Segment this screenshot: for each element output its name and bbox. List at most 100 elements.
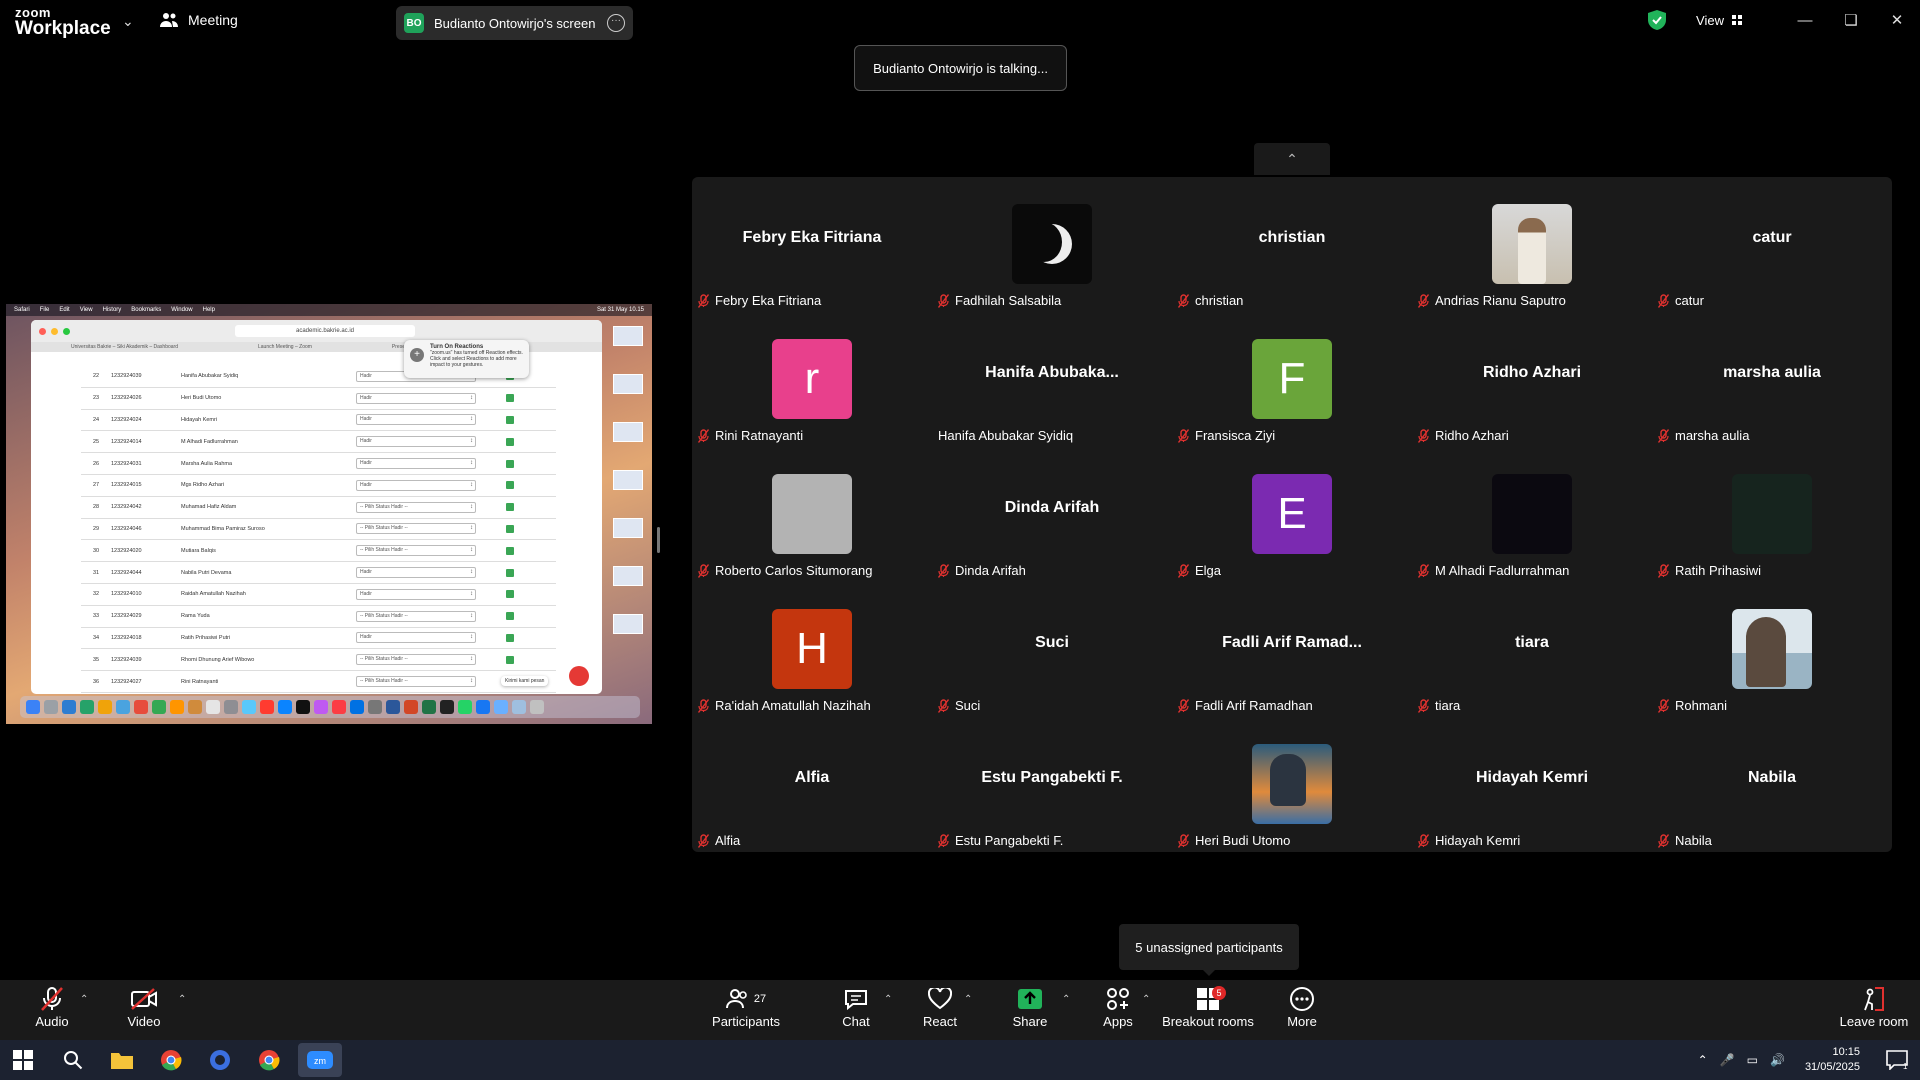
participant-tile[interactable]: E Elga: [1172, 447, 1412, 582]
participant-name-label: Elga: [1177, 563, 1221, 578]
mic-muted-icon: [697, 429, 710, 443]
zoom-taskbar-icon[interactable]: zm: [298, 1043, 342, 1077]
attendance-row: 35 1232924039 Rhomi Dhunung Arief Wibowo --…: [81, 649, 556, 672]
participant-tile[interactable]: Fadhilah Salsabila: [932, 177, 1172, 312]
react-options-caret[interactable]: ⌃: [964, 994, 972, 1005]
resize-handle[interactable]: [657, 527, 660, 553]
participant-tile[interactable]: H Ra'idah Amatullah Nazihah: [692, 582, 932, 717]
avatar: r: [772, 339, 852, 419]
participant-tile[interactable]: Febry Eka Fitriana Febry Eka Fitriana: [692, 177, 932, 312]
url-bar: academic.bakrie.ac.id: [235, 325, 415, 337]
participant-tile[interactable]: Ratih Prihasiwi: [1652, 447, 1892, 582]
notification-icon[interactable]: 1: [1886, 1050, 1908, 1071]
participant-tile[interactable]: F Fransisca Ziyi: [1172, 312, 1412, 447]
participant-tile[interactable]: Alfia Alfia: [692, 717, 932, 852]
participant-tile[interactable]: M Alhadi Fadlurrahman: [1412, 447, 1652, 582]
participant-name-label: christian: [1177, 293, 1243, 308]
restore-button[interactable]: ❏: [1828, 0, 1874, 40]
participant-tile[interactable]: Suci Suci: [932, 582, 1172, 717]
microphone-icon[interactable]: 🎤: [1720, 1053, 1735, 1067]
safari-window: academic.bakrie.ac.id Universitas Bakrie…: [31, 320, 602, 694]
participants-button[interactable]: 27 Participants: [706, 986, 786, 1036]
row-nim: 1232924027: [111, 678, 142, 685]
participant-tile[interactable]: Andrias Rianu Saputro: [1412, 177, 1652, 312]
video-button[interactable]: Video: [104, 986, 184, 1036]
close-button[interactable]: ✕: [1874, 0, 1920, 40]
windows-start-icon[interactable]: [5, 1046, 41, 1074]
popup-body: "zoom.us" has turned off Reaction effect…: [430, 350, 523, 368]
participant-tile[interactable]: christian christian: [1172, 177, 1412, 312]
chevron-down-icon[interactable]: ⌄: [122, 13, 134, 30]
row-number: 33: [92, 613, 100, 620]
apps-options-caret[interactable]: ⌃: [1142, 994, 1150, 1005]
zoom-window: zoom Workplace ⌄ Meeting BO Budianto Ont…: [0, 0, 1920, 1080]
shared-screen[interactable]: Safari File Edit View History Bookmarks …: [6, 304, 652, 724]
participant-name: Febry Eka Fitriana: [715, 293, 822, 308]
zoom-logo[interactable]: zoom Workplace: [15, 6, 111, 38]
minimize-dot: [51, 327, 58, 335]
participant-tile[interactable]: Roberto Carlos Situmorang: [692, 447, 932, 582]
save-check-icon: [506, 546, 514, 555]
chat-options-caret[interactable]: ⌃: [884, 994, 892, 1005]
attendance-row: 28 1232924042 Muhamad Hafiz Aldam -- Pilih …: [81, 497, 556, 519]
screenshot-thumb: [613, 470, 643, 490]
gallery-up-button[interactable]: ⌃: [1254, 143, 1330, 175]
participant-tile[interactable]: Nabila Nabila: [1652, 717, 1892, 852]
view-button[interactable]: View: [1696, 13, 1742, 28]
more-button[interactable]: More: [1262, 986, 1342, 1036]
participant-name: Alfia: [715, 833, 741, 848]
participants-label: Participants: [712, 1014, 780, 1029]
participant-tile[interactable]: Estu Pangabekti F. Estu Pangabekti F.: [932, 717, 1172, 852]
participant-tile[interactable]: tiara tiara: [1412, 582, 1652, 717]
more-options-icon[interactable]: ···: [607, 14, 625, 32]
participant-name: M Alhadi Fadlurrahman: [1435, 563, 1570, 578]
video-options-caret[interactable]: ⌃: [178, 994, 186, 1005]
chevron-up-icon[interactable]: ⌃: [1698, 1053, 1708, 1067]
dock-app-icon: [188, 700, 202, 714]
minimize-button[interactable]: —: [1782, 0, 1828, 40]
save-check-icon: [506, 524, 514, 533]
participant-tile[interactable]: Hidayah Kemri Hidayah Kemri: [1412, 717, 1652, 852]
file-explorer-icon[interactable]: [104, 1046, 140, 1074]
mic-muted-icon: [937, 294, 950, 308]
search-icon[interactable]: [55, 1046, 91, 1074]
avatar: [1012, 204, 1092, 284]
participant-tile[interactable]: marsha aulia marsha aulia: [1652, 312, 1892, 447]
audio-options-caret[interactable]: ⌃: [80, 994, 88, 1005]
screen-share-pill[interactable]: BO Budianto Ontowirjo's screen ···: [396, 6, 633, 40]
meeting-button[interactable]: Meeting: [160, 12, 238, 28]
dock-app-icon: [530, 700, 544, 714]
share-button[interactable]: Share: [990, 986, 1070, 1036]
share-options-caret[interactable]: ⌃: [1062, 994, 1070, 1005]
participant-name-label: Hidayah Kemri: [1417, 833, 1521, 848]
participant-tile[interactable]: Heri Budi Utomo: [1172, 717, 1412, 852]
volume-icon[interactable]: 🔊: [1770, 1053, 1785, 1067]
meeting-label: Meeting: [188, 12, 238, 28]
notification-count: 1: [1903, 1062, 1908, 1070]
participant-tile[interactable]: Fadli Arif Ramad... Fadli Arif Ramadhan: [1172, 582, 1412, 717]
chrome-icon[interactable]: [153, 1046, 189, 1074]
mic-muted-icon: [937, 699, 950, 713]
participant-name: Heri Budi Utomo: [1195, 833, 1291, 848]
participant-name-label: Roberto Carlos Situmorang: [697, 563, 873, 578]
app-icon[interactable]: [202, 1046, 238, 1074]
shield-icon[interactable]: [1648, 10, 1667, 30]
leave-room-button[interactable]: Leave room: [1832, 986, 1916, 1036]
participant-tile[interactable]: Hanifa Abubaka... Hanifa Abubakar Syidiq: [932, 312, 1172, 447]
participant-tile[interactable]: Rohmani: [1652, 582, 1892, 717]
dock-app-icon: [62, 700, 76, 714]
participant-tile[interactable]: Dinda Arifah Dinda Arifah: [932, 447, 1172, 582]
breakout-rooms-button[interactable]: 5 Breakout rooms: [1162, 986, 1254, 1036]
participant-tile[interactable]: Ridho Azhari Ridho Azhari: [1412, 312, 1652, 447]
participant-name: Ratih Prihasiwi: [1675, 563, 1761, 578]
participant-name-label: Febry Eka Fitriana: [697, 293, 822, 308]
participant-tile[interactable]: catur catur: [1652, 177, 1892, 312]
view-label: View: [1696, 12, 1724, 28]
row-nim: 1232924044: [111, 569, 142, 576]
unassigned-tooltip: 5 unassigned participants: [1119, 924, 1299, 976]
participant-tile[interactable]: r Rini Ratnayanti: [692, 312, 932, 447]
chrome-profile-icon[interactable]: [251, 1046, 287, 1074]
taskbar-clock[interactable]: 10:15 31/05/2025: [1805, 1045, 1860, 1075]
network-icon[interactable]: ▭: [1747, 1053, 1758, 1067]
participant-name: Hidayah Kemri: [1435, 833, 1521, 848]
